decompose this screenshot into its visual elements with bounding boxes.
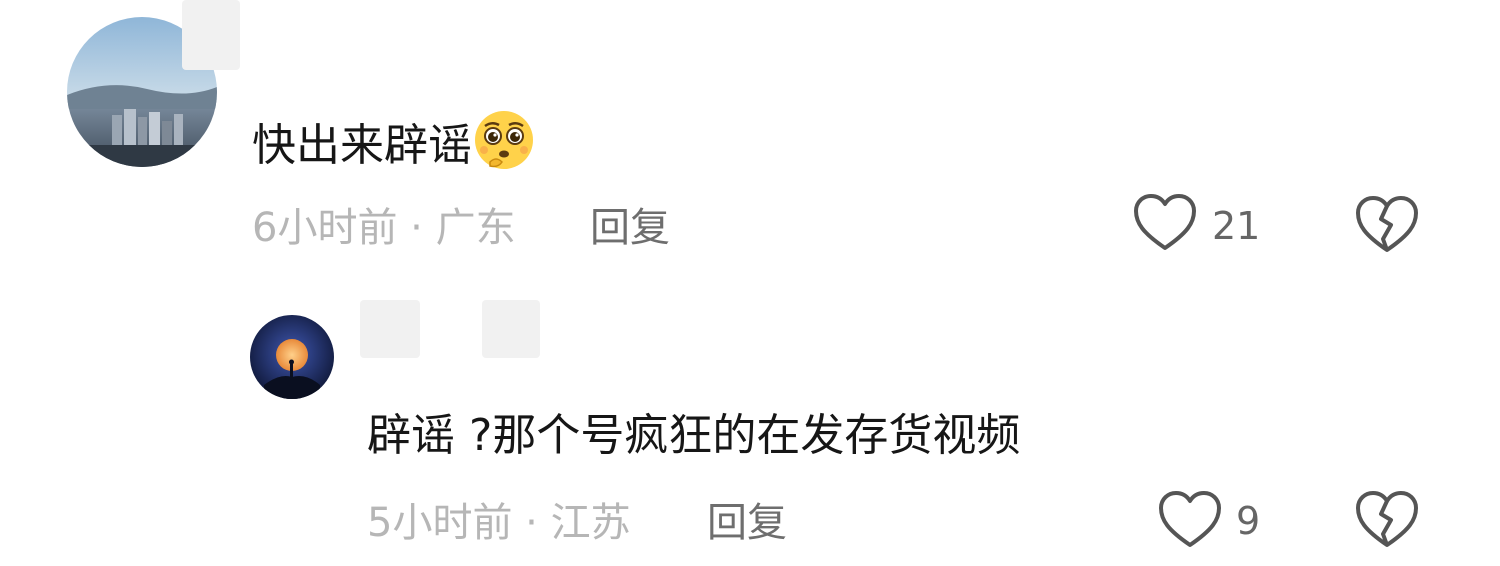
broken-heart-icon bbox=[1356, 196, 1418, 252]
pleading-face-emoji bbox=[472, 108, 536, 172]
reply-button[interactable]: 回复 bbox=[707, 498, 787, 548]
dislike-button[interactable] bbox=[1355, 490, 1419, 550]
like-button[interactable] bbox=[1133, 193, 1197, 253]
avatar-image bbox=[250, 315, 334, 399]
dislike-button[interactable] bbox=[1355, 195, 1419, 255]
like-count: 21 bbox=[1212, 204, 1261, 248]
comment-text-content: 快出来辟谣 bbox=[252, 120, 472, 171]
reply-button[interactable]: 回复 bbox=[590, 203, 670, 253]
comment-time-location: 5小时前 · 江苏 bbox=[367, 500, 631, 546]
comment-text: 辟谣 ?那个号疯狂的在发存货视频 bbox=[367, 410, 1021, 461]
redacted-username bbox=[360, 300, 420, 358]
heart-outline-icon bbox=[1134, 194, 1196, 250]
like-count: 9 bbox=[1236, 499, 1261, 543]
comment-text: 快出来辟谣 bbox=[252, 108, 536, 174]
comment-time-location: 6小时前 · 广东 bbox=[252, 205, 516, 251]
broken-heart-icon bbox=[1356, 491, 1418, 547]
like-button[interactable] bbox=[1158, 490, 1222, 550]
avatar[interactable] bbox=[250, 315, 334, 399]
redacted-username bbox=[482, 300, 540, 358]
redacted-username bbox=[182, 0, 240, 70]
heart-outline-icon bbox=[1159, 491, 1221, 547]
